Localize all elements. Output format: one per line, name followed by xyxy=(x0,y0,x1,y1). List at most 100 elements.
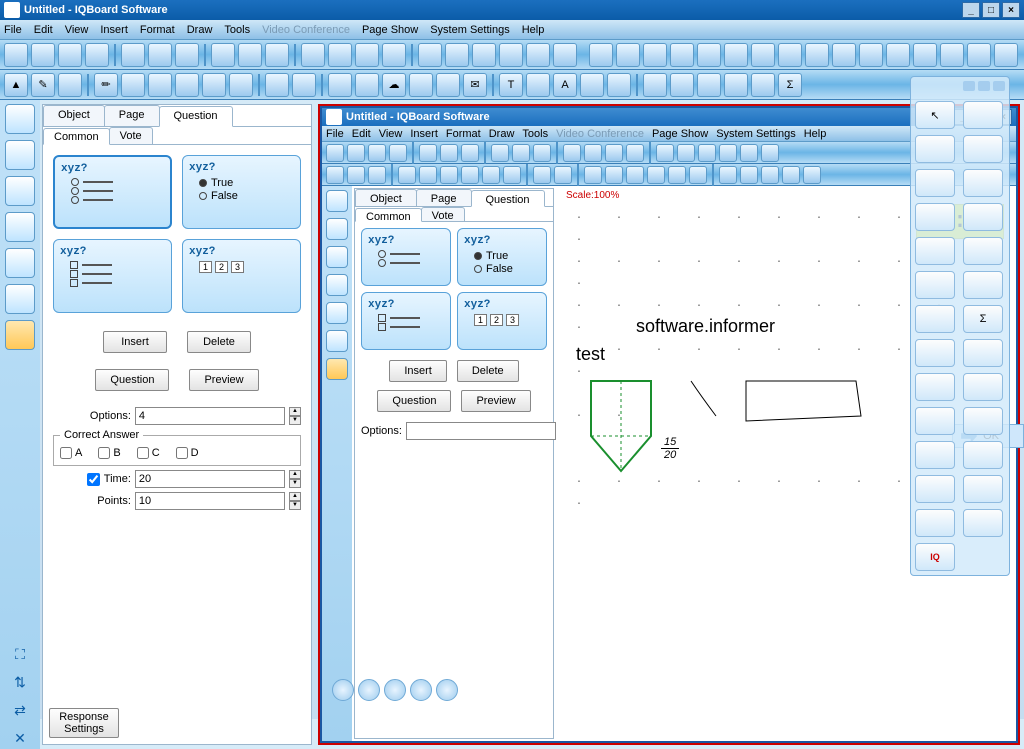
tb-icon[interactable] xyxy=(668,166,686,184)
answer-a[interactable]: A xyxy=(60,447,82,459)
options-spin-down[interactable]: ▼ xyxy=(289,416,301,425)
inner-qtype-cb[interactable]: xyz? xyxy=(361,292,451,350)
library-icon[interactable] xyxy=(326,218,348,240)
triangle-icon[interactable] xyxy=(724,73,748,97)
highlight-icon[interactable] xyxy=(751,43,775,67)
library-icon[interactable] xyxy=(5,140,35,170)
inner-menu-edit[interactable]: Edit xyxy=(352,128,371,140)
tb-icon[interactable] xyxy=(605,166,623,184)
tb-icon[interactable] xyxy=(677,144,695,162)
tb-icon[interactable] xyxy=(398,166,416,184)
newpage-icon[interactable] xyxy=(121,43,145,67)
question-type-checkbox[interactable]: xyz? xyxy=(53,239,172,313)
time-spin-up[interactable]: ▲ xyxy=(289,470,301,479)
tb-icon[interactable] xyxy=(626,144,644,162)
tb-icon[interactable] xyxy=(368,144,386,162)
palette-globe-icon[interactable] xyxy=(915,509,955,537)
palette-iqboard-icon[interactable]: IQ xyxy=(915,543,955,571)
inner-menu-settings[interactable]: System Settings xyxy=(716,128,795,140)
tb-icon[interactable] xyxy=(503,166,521,184)
palette-header[interactable] xyxy=(915,81,1005,95)
inner-question-button[interactable]: Question xyxy=(377,390,451,412)
menu-draw[interactable]: Draw xyxy=(187,24,213,36)
envelope-icon[interactable]: ✉ xyxy=(463,73,487,97)
clipboard-icon[interactable] xyxy=(5,104,35,134)
tb-icon[interactable] xyxy=(563,144,581,162)
expand-icon[interactable]: ⛶ xyxy=(9,643,31,665)
zoomout-icon[interactable] xyxy=(328,43,352,67)
subtab-vote[interactable]: Vote xyxy=(109,127,153,144)
palette-windows-icon[interactable] xyxy=(915,407,955,435)
palette-eraser-icon[interactable] xyxy=(963,135,1003,163)
settings-icon[interactable] xyxy=(326,330,348,352)
image-icon[interactable] xyxy=(409,73,433,97)
inner-menu-insert[interactable]: Insert xyxy=(410,128,438,140)
gallery-icon[interactable] xyxy=(326,246,348,268)
marker-icon[interactable] xyxy=(175,73,199,97)
tab-object[interactable]: Object xyxy=(43,105,105,126)
points-input[interactable] xyxy=(135,492,285,510)
pen-icon[interactable]: ✎ xyxy=(31,73,55,97)
prev-button[interactable] xyxy=(410,679,432,701)
tb-icon[interactable] xyxy=(740,166,758,184)
options-spin-up[interactable]: ▲ xyxy=(289,407,301,416)
question-type-multiple-choice[interactable]: xyz? xyxy=(53,155,172,229)
menu-system-settings[interactable]: System Settings xyxy=(430,24,509,36)
palette-face-icon[interactable] xyxy=(915,305,955,333)
paste-icon[interactable] xyxy=(265,43,289,67)
subtab-common[interactable]: Common xyxy=(43,128,110,145)
inner-tab-question[interactable]: Question xyxy=(471,190,545,207)
eraser-icon[interactable] xyxy=(265,73,289,97)
time-spin-down[interactable]: ▼ xyxy=(289,479,301,488)
folder-icon[interactable] xyxy=(5,212,35,242)
menu-view[interactable]: View xyxy=(65,24,89,36)
close-button[interactable]: × xyxy=(1002,2,1020,18)
protractor-icon[interactable] xyxy=(670,73,694,97)
palette-video-icon[interactable] xyxy=(963,237,1003,265)
maximize-button[interactable]: □ xyxy=(982,2,1000,18)
tb-icon[interactable] xyxy=(719,166,737,184)
inner-tab-object[interactable]: Object xyxy=(355,189,417,206)
palette-camera-icon[interactable] xyxy=(915,237,955,265)
cut-icon[interactable] xyxy=(211,43,235,67)
palette-pen-icon[interactable] xyxy=(915,135,955,163)
formula-icon[interactable]: Σ xyxy=(778,73,802,97)
inner-menu-tools[interactable]: Tools xyxy=(522,128,548,140)
options-input[interactable] xyxy=(135,407,285,425)
search-icon[interactable] xyxy=(326,302,348,324)
question-mode-icon[interactable] xyxy=(5,320,35,350)
inner-subtab-vote[interactable]: Vote xyxy=(421,207,465,221)
folder-icon[interactable] xyxy=(589,43,613,67)
tb-icon[interactable] xyxy=(440,166,458,184)
tb-icon[interactable] xyxy=(554,166,572,184)
layers-icon[interactable] xyxy=(526,43,550,67)
clipboard-icon[interactable] xyxy=(326,190,348,212)
brush-icon[interactable] xyxy=(121,73,145,97)
select-icon[interactable]: ▲ xyxy=(4,73,28,97)
speech-icon[interactable] xyxy=(724,43,748,67)
zoomin-icon[interactable] xyxy=(301,43,325,67)
ruler-icon[interactable] xyxy=(697,73,721,97)
inner-menu-video[interactable]: Video Conference xyxy=(556,128,644,140)
save-icon[interactable] xyxy=(58,43,82,67)
question-type-truefalse[interactable]: xyz? True False xyxy=(182,155,301,229)
tb-icon[interactable] xyxy=(326,144,344,162)
gallery-icon[interactable] xyxy=(5,176,35,206)
menu-format[interactable]: Format xyxy=(140,24,175,36)
tb-icon[interactable] xyxy=(326,166,344,184)
answer-d[interactable]: D xyxy=(176,447,199,459)
tb-icon[interactable] xyxy=(368,166,386,184)
menu-video-conference[interactable]: Video Conference xyxy=(262,24,350,36)
grid-icon[interactable] xyxy=(445,43,469,67)
record-icon[interactable] xyxy=(643,43,667,67)
tb-icon[interactable] xyxy=(533,144,551,162)
rotate-icon[interactable] xyxy=(499,43,523,67)
tb-icon[interactable] xyxy=(482,166,500,184)
points-spin-up[interactable]: ▲ xyxy=(289,492,301,501)
palette-snapshot-icon[interactable] xyxy=(915,271,955,299)
inner-qtype-mc[interactable]: xyz? xyxy=(361,228,451,286)
tab-question[interactable]: Question xyxy=(159,106,233,127)
palette-spellcheck-icon[interactable] xyxy=(963,509,1003,537)
swap-icon[interactable]: ⇄ xyxy=(9,699,31,721)
time-checkbox[interactable] xyxy=(87,473,100,486)
